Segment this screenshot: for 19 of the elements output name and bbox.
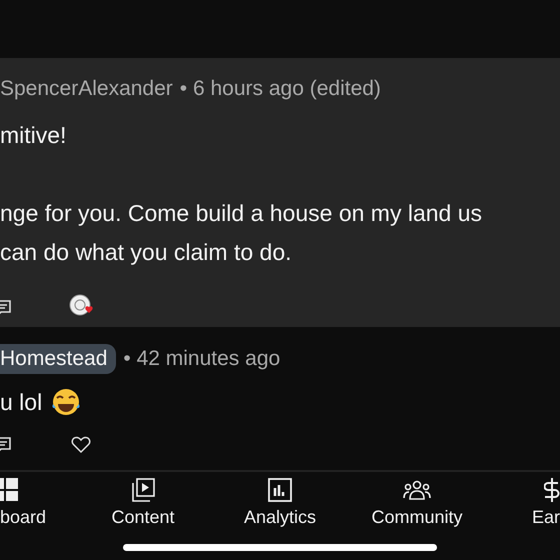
reply-time: • 42 minutes ago bbox=[123, 347, 280, 371]
nav-tab[interactable]: board bbox=[0, 478, 74, 540]
people-icon bbox=[403, 478, 431, 502]
nav-tab[interactable]: Community bbox=[348, 478, 486, 540]
chart-icon bbox=[268, 478, 292, 502]
dashboard-icon bbox=[0, 478, 21, 502]
play-icon bbox=[131, 478, 155, 502]
reply-text: u lol bbox=[0, 388, 42, 416]
nav-tab[interactable]: Analytics bbox=[212, 478, 348, 540]
comment-text: mitive! bbox=[0, 121, 68, 150]
dollar-icon bbox=[544, 478, 560, 502]
heart-icon[interactable] bbox=[71, 436, 91, 454]
nav-tab[interactable]: Content bbox=[74, 478, 212, 540]
laughing-emoji-icon bbox=[50, 386, 82, 418]
comment-time: • 6 hours ago (edited) bbox=[180, 77, 381, 101]
comment-text: nge for you. Come build a house on my land us can do what you claim to do. bbox=[0, 199, 484, 267]
reply-author[interactable]: Homestead bbox=[0, 344, 116, 374]
comment-author[interactable]: SpencerAlexander bbox=[0, 77, 173, 101]
nav-tab[interactable]: Ear bbox=[486, 478, 560, 540]
